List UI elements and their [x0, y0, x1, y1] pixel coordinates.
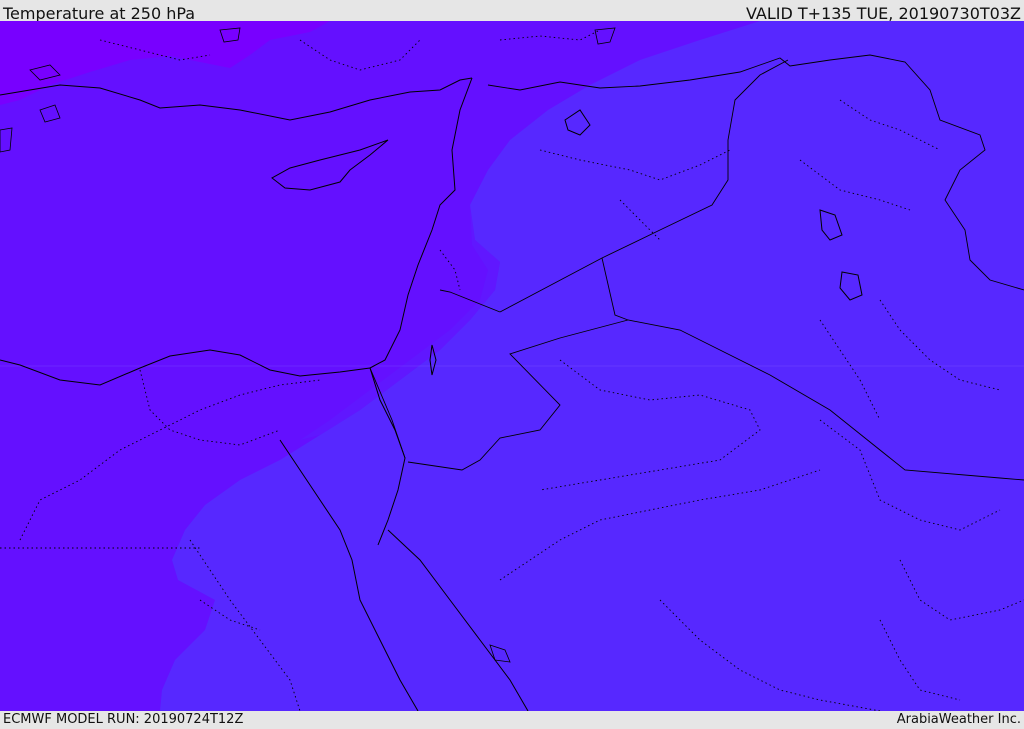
- temperature-map[interactable]: [0, 21, 1024, 711]
- weather-map-frame: Temperature at 250 hPa VALID T+135 TUE, …: [0, 0, 1024, 729]
- valid-time: VALID T+135 TUE, 20190730T03Z: [745, 4, 1021, 21]
- map-title: Temperature at 250 hPa: [3, 4, 196, 21]
- map-footer: ECMWF MODEL RUN: 20190724T12Z ArabiaWeat…: [0, 711, 1024, 729]
- map-canvas: [0, 21, 1024, 711]
- credit: ArabiaWeather Inc.: [896, 712, 1021, 727]
- model-run: ECMWF MODEL RUN: 20190724T12Z: [3, 712, 244, 727]
- map-header: Temperature at 250 hPa VALID T+135 TUE, …: [0, 0, 1024, 21]
